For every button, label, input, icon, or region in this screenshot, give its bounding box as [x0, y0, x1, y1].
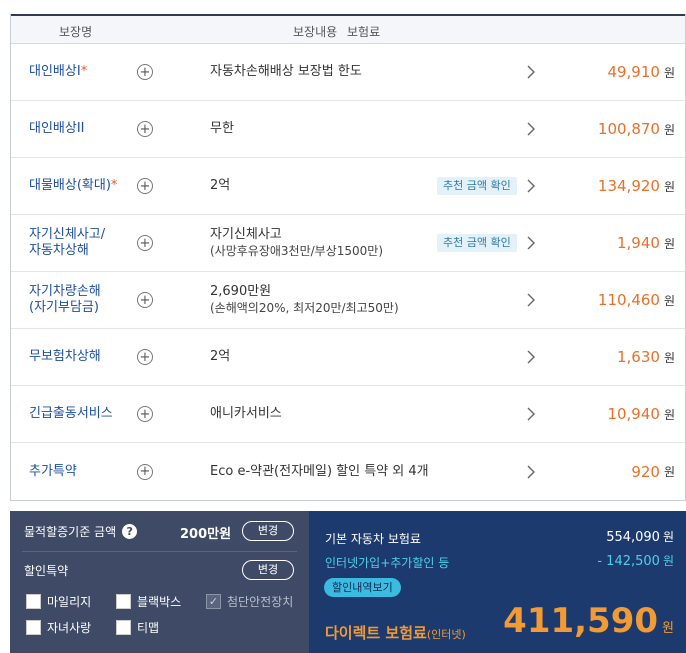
table-row[interactable]: 대인배상I* + 자동차손해배상 보장법 한도 49,910 원	[11, 44, 685, 101]
recommend-amount-badge[interactable]: 추천 금액 확인	[437, 177, 517, 195]
direct-premium-label: 다이렉트 보험료(인터넷)	[325, 624, 466, 642]
checkbox-box[interactable]	[116, 620, 131, 635]
premium-amount: 110,460 원	[597, 291, 675, 309]
coverage-name: 대물배상(확대)*	[29, 178, 118, 193]
checkbox-blackbox[interactable]: 블랙박스	[116, 593, 181, 610]
help-icon[interactable]: ?	[122, 524, 138, 539]
discount-label: 인터넷가입+추가할인 등	[325, 556, 450, 570]
chevron-right-icon[interactable]	[523, 64, 539, 80]
coverage-name: 자기차량손해 (자기부담금)	[29, 284, 101, 315]
header-coverage-name: 보장명	[59, 25, 93, 39]
premium-amount: 920 원	[631, 462, 675, 481]
damage-standard-label: 물적할증기준 금액	[24, 525, 117, 539]
premium-summary-panel: 기본 자동차 보험료 554,090 원 인터넷가입+추가할인 등 - 142,5…	[309, 511, 686, 653]
damage-standard-amount: 200만원	[180, 527, 232, 542]
damage-change-button[interactable]: 변경	[242, 521, 294, 541]
coverage-detail: Eco e-약관(전자메일) 할인 특약 외 4개	[210, 463, 429, 479]
premium-amount: 49,910 원	[607, 63, 675, 81]
coverage-detail: 무한	[210, 121, 234, 136]
chevron-right-icon[interactable]	[523, 464, 539, 480]
recommend-amount-badge[interactable]: 추천 금액 확인	[437, 234, 517, 252]
direct-premium-total: 411,590 원	[503, 601, 674, 641]
header-premium: 보험료	[347, 25, 381, 39]
table-row[interactable]: 자기신체사고/자동차상해 + 자기신체사고 (사망후유장애3천만/부상1500만)…	[11, 215, 685, 272]
coverage-detail: 2,690만원 (손해액의20%, 최저20만/최고50만)	[210, 284, 399, 315]
chevron-right-icon[interactable]	[523, 292, 539, 308]
discount-change-button[interactable]: 변경	[242, 560, 294, 580]
checkbox-box[interactable]	[26, 620, 41, 635]
premium-amount: 100,870 원	[597, 120, 675, 138]
table-row[interactable]: 긴급출동서비스 + 애니카서비스 10,940 원	[11, 386, 685, 443]
coverage-detail: 자동차손해배상 보장법 한도	[210, 64, 362, 79]
expand-plus-icon[interactable]: +	[137, 64, 153, 80]
table-header: 보장명 보장내용 보험료	[11, 14, 685, 44]
discount-special-label: 할인특약	[24, 564, 69, 578]
header-coverage-detail: 보장내용	[293, 25, 338, 39]
coverage-name: 긴급출동서비스	[29, 406, 113, 421]
expand-plus-icon[interactable]: +	[137, 235, 153, 251]
coverage-table: 보장명 보장내용 보험료 대인배상I* + 자동차손해배상 보장법 한도 49,…	[10, 14, 686, 501]
checkbox-advanced-safety: ✓ 첨단안전장치	[206, 593, 293, 610]
table-row[interactable]: 대인배상II + 무한 100,870 원	[11, 101, 685, 158]
chevron-right-icon[interactable]	[523, 178, 539, 194]
chevron-right-icon[interactable]	[523, 235, 539, 251]
coverage-detail: 자기신체사고 (사망후유장애3천만/부상1500만)	[210, 227, 384, 258]
checkbox-box[interactable]	[26, 594, 41, 609]
options-panel: 물적할증기준 금액 ? 200만원 변경 할인특약 변경 마일리지 블랙박스 ✓…	[10, 511, 309, 653]
table-row[interactable]: 자기차량손해 (자기부담금) + 2,690만원 (손해액의20%, 최저20만/최…	[11, 272, 685, 329]
expand-plus-icon[interactable]: +	[137, 463, 153, 480]
coverage-name: 대인배상II	[29, 121, 85, 136]
checkbox-tmap[interactable]: 티맵	[116, 619, 159, 636]
check-icon: ✓	[206, 594, 221, 609]
premium-amount: 134,920 원	[597, 177, 675, 195]
view-discount-button[interactable]: 할인내역보기	[324, 578, 401, 597]
coverage-detail: 2억	[210, 178, 231, 193]
premium-amount: 10,940 원	[607, 405, 675, 423]
discount-value: - 142,500 원	[597, 554, 674, 569]
coverage-name: 무보험차상해	[29, 349, 101, 364]
coverage-detail: 2억	[210, 349, 231, 364]
chevron-right-icon[interactable]	[523, 121, 539, 137]
expand-plus-icon[interactable]: +	[137, 178, 153, 194]
expand-plus-icon[interactable]: +	[137, 292, 153, 308]
premium-amount: 1,940 원	[617, 234, 675, 252]
expand-plus-icon[interactable]: +	[137, 349, 153, 365]
checkbox-mileage[interactable]: 마일리지	[26, 593, 91, 610]
premium-amount: 1,630 원	[617, 348, 675, 366]
checkbox-child-love[interactable]: 자녀사랑	[26, 619, 91, 636]
table-row[interactable]: 추가특약 + Eco e-약관(전자메일) 할인 특약 외 4개 920 원	[11, 443, 685, 500]
table-row[interactable]: 무보험차상해 + 2억 1,630 원	[11, 329, 685, 386]
damage-standard-row: 물적할증기준 금액 ?	[24, 523, 138, 540]
chevron-right-icon[interactable]	[523, 406, 539, 422]
expand-plus-icon[interactable]: +	[137, 406, 153, 422]
base-premium-label: 기본 자동차 보험료	[325, 532, 421, 546]
coverage-name: 추가특약	[29, 463, 77, 479]
expand-plus-icon[interactable]: +	[137, 121, 153, 137]
table-row[interactable]: 대물배상(확대)* + 2억 추천 금액 확인 134,920 원	[11, 158, 685, 215]
coverage-detail: 애니카서비스	[210, 406, 282, 421]
coverage-name: 대인배상I*	[29, 64, 88, 79]
coverage-name: 자기신체사고/자동차상해	[29, 227, 106, 258]
chevron-right-icon[interactable]	[523, 349, 539, 365]
checkbox-box[interactable]	[116, 594, 131, 609]
divider	[22, 551, 297, 552]
base-premium-value: 554,090 원	[606, 530, 674, 545]
required-mark: *	[110, 178, 118, 193]
required-mark: *	[80, 64, 88, 79]
